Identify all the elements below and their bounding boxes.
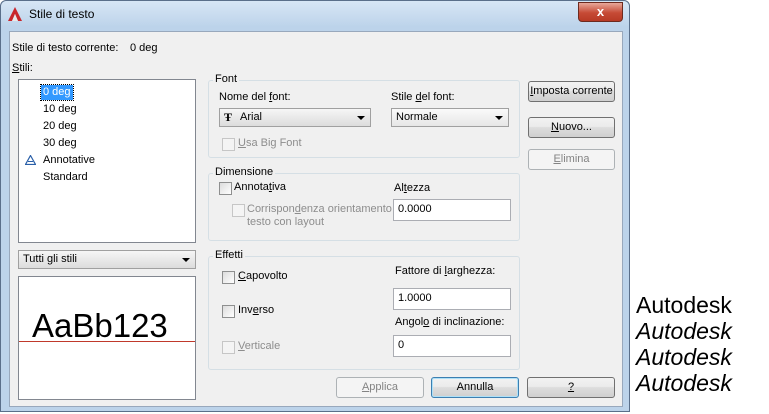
dialog-body: Stile di testo corrente: 0 deg Stili: 0 … bbox=[9, 31, 623, 407]
use-big-font-label: Usa Big Font bbox=[238, 137, 302, 149]
font-style-value: Normale bbox=[396, 111, 438, 123]
size-group-title: Dimensione bbox=[213, 166, 276, 178]
font-sample-italic: Autodesk bbox=[636, 370, 732, 396]
text-preview: AaBb123 bbox=[18, 276, 196, 400]
font-style-label: Stile del font: bbox=[391, 91, 455, 103]
font-style-dropdown[interactable]: Normale bbox=[391, 108, 509, 127]
oblique-angle-label: Angolo di inclinazione: bbox=[395, 316, 505, 328]
styles-label: Stili: bbox=[12, 62, 33, 74]
annotative-checkbox[interactable] bbox=[219, 182, 232, 195]
new-button[interactable]: Nuovo... bbox=[528, 117, 615, 138]
annotative-label: Annotativa bbox=[234, 181, 286, 193]
cancel-button[interactable]: Annulla bbox=[431, 377, 519, 398]
title-bar[interactable]: Stile di testo x bbox=[1, 1, 629, 27]
autocad-logo-icon bbox=[8, 7, 22, 21]
font-samples: Autodesk Autodesk Autodesk Autodesk bbox=[636, 292, 732, 396]
font-name-dropdown[interactable]: Ŧ Arial bbox=[219, 108, 371, 127]
delete-button[interactable]: Elimina bbox=[528, 149, 615, 170]
styles-filter-value: Tutti gli stili bbox=[23, 253, 77, 265]
font-group-title: Font bbox=[213, 73, 240, 85]
height-label: Altezza bbox=[394, 182, 431, 194]
text-style-dialog: Stile di testo x Stile di testo corrente… bbox=[0, 0, 630, 412]
effects-group-title: Effetti bbox=[213, 249, 245, 261]
apply-button[interactable]: Applica bbox=[336, 377, 424, 398]
width-factor-field[interactable]: 1.0000 bbox=[393, 288, 511, 310]
font-sample-regular: Autodesk bbox=[636, 292, 732, 318]
font-sample-italic: Autodesk bbox=[636, 344, 732, 370]
list-item[interactable]: 0 deg bbox=[40, 84, 74, 101]
upside-down-label: Capovolto bbox=[238, 270, 288, 282]
vertical-checkbox[interactable] bbox=[222, 341, 235, 354]
upside-down-checkbox[interactable] bbox=[222, 271, 235, 284]
help-button[interactable]: ? bbox=[527, 377, 615, 398]
set-current-button[interactable]: Imposta corrente bbox=[528, 81, 615, 102]
list-item[interactable]: 20 deg bbox=[41, 119, 79, 134]
chevron-down-icon bbox=[495, 116, 503, 120]
truetype-font-icon: Ŧ bbox=[224, 110, 233, 124]
match-orientation-checkbox[interactable] bbox=[232, 204, 245, 217]
list-item[interactable]: 10 deg bbox=[41, 102, 79, 117]
backwards-label: Inverso bbox=[238, 304, 275, 316]
list-item[interactable]: Standard bbox=[41, 170, 90, 185]
annotative-icon bbox=[25, 155, 36, 165]
chevron-down-icon bbox=[182, 258, 190, 262]
font-name-value: Arial bbox=[240, 111, 263, 123]
use-big-font-checkbox[interactable] bbox=[222, 138, 235, 151]
list-item[interactable]: Annotative bbox=[41, 153, 97, 168]
current-style-label: Stile di testo corrente: bbox=[12, 42, 119, 54]
width-factor-label: Fattore di larghezza: bbox=[395, 265, 496, 277]
font-sample-italic: Autodesk bbox=[636, 318, 732, 344]
vertical-label: Verticale bbox=[238, 340, 281, 352]
current-style-value: 0 deg bbox=[130, 42, 158, 54]
font-name-label: Nome del font: bbox=[219, 91, 291, 103]
preview-text: AaBb123 bbox=[32, 307, 168, 344]
styles-list[interactable]: 0 deg 10 deg 20 deg 30 deg Annotative St… bbox=[18, 79, 196, 243]
chevron-down-icon bbox=[357, 116, 365, 120]
list-item[interactable]: 30 deg bbox=[41, 136, 79, 151]
oblique-angle-field[interactable]: 0 bbox=[393, 335, 511, 357]
height-field[interactable]: 0.0000 bbox=[393, 199, 511, 221]
match-orientation-label: Corrispondenza orientamento testo con lay… bbox=[247, 203, 392, 228]
backwards-checkbox[interactable] bbox=[222, 305, 235, 318]
window-title: Stile di testo bbox=[29, 7, 95, 21]
styles-filter-dropdown[interactable]: Tutti gli stili bbox=[18, 250, 196, 269]
close-button[interactable]: x bbox=[578, 2, 623, 22]
close-icon: x bbox=[596, 4, 605, 19]
